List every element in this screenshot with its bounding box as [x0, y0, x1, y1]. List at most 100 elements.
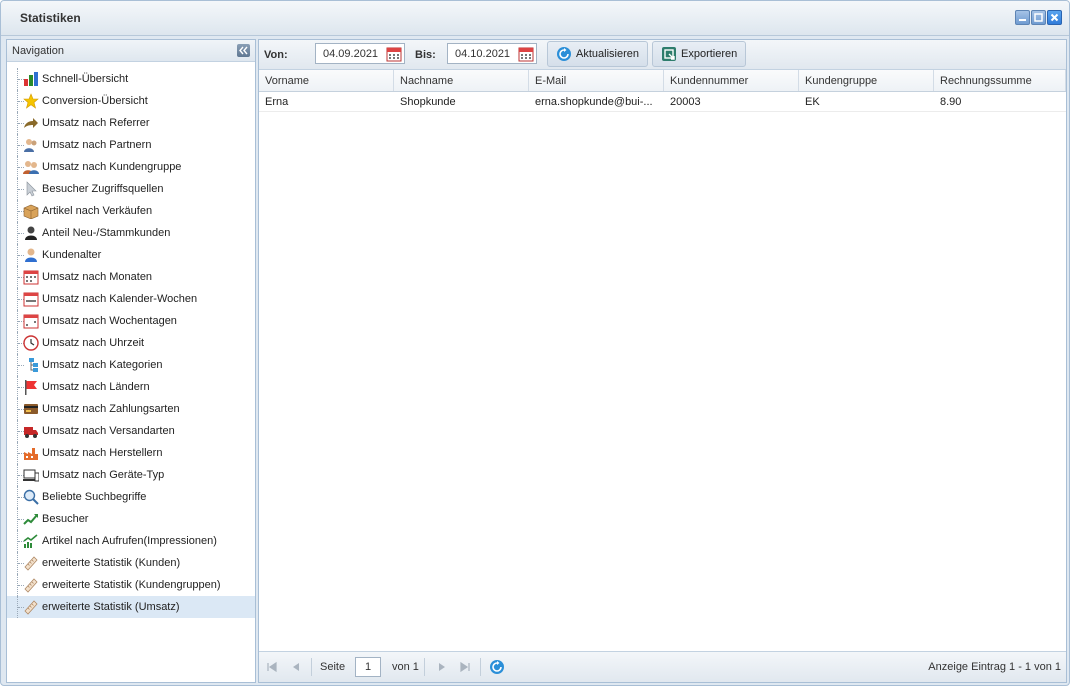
- window-title: Statistiken: [20, 11, 81, 25]
- cursor-icon: [26, 181, 37, 197]
- nav-item[interactable]: erweiterte Statistik (Kunden): [7, 552, 255, 574]
- export-icon: [662, 47, 676, 61]
- pagination-bar: Seite von 1 Anzeige Eintrag 1 - 1 von 1: [259, 651, 1066, 682]
- nav-item[interactable]: Kundenalter: [7, 244, 255, 266]
- statistics-window: Statistiken Navigation Schnell-Übersicht…: [0, 0, 1070, 686]
- nav-item-label: Umsatz nach Partnern: [42, 139, 152, 151]
- maximize-button[interactable]: [1031, 10, 1046, 25]
- nav-item[interactable]: Artikel nach Aufrufen(Impressionen): [7, 530, 255, 552]
- nav-item-label: erweiterte Statistik (Kundengruppen): [42, 579, 221, 591]
- user-icon: [25, 248, 37, 262]
- nav-item[interactable]: Besucher Zugriffsquellen: [7, 178, 255, 200]
- nav-item[interactable]: Anteil Neu-/Stammkunden: [7, 222, 255, 244]
- next-page-icon[interactable]: [435, 660, 449, 674]
- nav-item-label: Umsatz nach Wochentagen: [42, 315, 177, 327]
- nav-item[interactable]: Umsatz nach Geräte-Typ: [7, 464, 255, 486]
- box-icon: [23, 204, 39, 219]
- window-titlebar[interactable]: Statistiken: [1, 1, 1069, 36]
- column-header[interactable]: Kundennummer: [664, 70, 799, 91]
- nav-item[interactable]: Conversion-Übersicht: [7, 90, 255, 112]
- nav-item[interactable]: Artikel nach Verkäufen: [7, 200, 255, 222]
- trend-line-icon: [23, 514, 38, 525]
- column-header[interactable]: Kundengruppe: [799, 70, 934, 91]
- to-date-field[interactable]: 04.10.2021: [447, 43, 537, 64]
- nav-item-label: Umsatz nach Ländern: [42, 381, 150, 393]
- nav-item[interactable]: Umsatz nach Uhrzeit: [7, 332, 255, 354]
- user-group-icon: [23, 161, 39, 174]
- nav-item[interactable]: erweiterte Statistik (Umsatz): [7, 596, 255, 618]
- table-cell: Erna: [265, 96, 289, 108]
- first-page-icon[interactable]: [265, 660, 279, 674]
- calendar-picker-icon[interactable]: [386, 46, 402, 62]
- nav-item-label: Artikel nach Aufrufen(Impressionen): [42, 535, 217, 547]
- nav-item-label: Schnell-Übersicht: [42, 73, 129, 85]
- bar-chart-icon: [24, 72, 38, 86]
- nav-item-label: Kundenalter: [42, 249, 102, 261]
- nav-item[interactable]: Besucher: [7, 508, 255, 530]
- truck-icon: [24, 427, 38, 438]
- nav-item[interactable]: Umsatz nach Kundengruppe: [7, 156, 255, 178]
- page-number-input[interactable]: [355, 657, 381, 677]
- calendar-picker-icon[interactable]: [518, 46, 534, 62]
- nav-item-label: Artikel nach Verkäufen: [42, 205, 153, 217]
- statistics-main-panel: Von: 04.09.2021 Bis: 04.10.2021 Aktualis…: [258, 39, 1067, 683]
- pager-separator: [424, 658, 425, 676]
- double-chevron-left-icon: [239, 46, 248, 55]
- nav-item-label: Umsatz nach Uhrzeit: [42, 337, 145, 349]
- pager-separator: [311, 658, 312, 676]
- to-date-value: 04.10.2021: [455, 48, 511, 60]
- maximize-icon: [1034, 13, 1043, 22]
- nav-item[interactable]: Umsatz nach Ländern: [7, 376, 255, 398]
- nav-item-label: Umsatz nach Monaten: [42, 271, 153, 283]
- magnifier-icon: [23, 489, 39, 505]
- from-date-value: 04.09.2021: [323, 48, 379, 60]
- from-date-field[interactable]: 04.09.2021: [315, 43, 405, 64]
- nav-item-label: Umsatz nach Kalender-Wochen: [42, 293, 198, 305]
- last-page-icon[interactable]: [458, 660, 472, 674]
- export-button[interactable]: Exportieren: [652, 41, 747, 67]
- navigation-panel: Navigation Schnell-Übersicht Conversion-Ü…: [6, 39, 256, 683]
- clock-icon: [23, 335, 39, 351]
- minimize-button[interactable]: [1015, 10, 1030, 25]
- statistics-grid: Vorname Nachname E-Mail Kundennummer Kundeng…: [259, 70, 1066, 651]
- from-label: Von:: [264, 49, 288, 61]
- refresh-icon[interactable]: [489, 659, 505, 675]
- nav-item[interactable]: Umsatz nach Kategorien: [7, 354, 255, 376]
- previous-page-icon[interactable]: [289, 660, 303, 674]
- nav-item[interactable]: Umsatz nach Partnern: [7, 134, 255, 156]
- nav-item[interactable]: Umsatz nach Wochentagen: [7, 310, 255, 332]
- pager-display-info: Anzeige Eintrag 1 - 1 von 1: [928, 661, 1061, 673]
- close-icon: [1050, 13, 1059, 22]
- refresh-button[interactable]: Aktualisieren: [547, 41, 648, 67]
- nav-item[interactable]: Schnell-Übersicht: [7, 68, 255, 90]
- grid-header: Vorname Nachname E-Mail Kundennummer Kundeng…: [259, 70, 1066, 92]
- column-header[interactable]: Vorname: [259, 70, 394, 91]
- refresh-icon: [557, 47, 571, 61]
- table-row[interactable]: Erna Shopkunde erna.shopkunde@bui-... 20003…: [259, 92, 1066, 112]
- navigation-header: Navigation: [7, 40, 255, 62]
- nav-item-label: Umsatz nach Referrer: [42, 117, 150, 129]
- page-label: Seite: [320, 661, 346, 673]
- nav-item-label: Umsatz nach Zahlungsarten: [42, 403, 180, 415]
- nav-item[interactable]: Beliebte Suchbegriffe: [7, 486, 255, 508]
- page-count-label: von 1: [392, 661, 419, 673]
- nav-item[interactable]: Umsatz nach Versandarten: [7, 420, 255, 442]
- nav-item[interactable]: Umsatz nach Monaten: [7, 266, 255, 288]
- collapse-navigation-button[interactable]: [237, 44, 250, 57]
- nav-item[interactable]: Umsatz nach Referrer: [7, 112, 255, 134]
- column-header[interactable]: E-Mail: [529, 70, 664, 91]
- column-header[interactable]: Nachname: [394, 70, 529, 91]
- nav-item[interactable]: Umsatz nach Herstellern: [7, 442, 255, 464]
- nav-item[interactable]: erweiterte Statistik (Kundengruppen): [7, 574, 255, 596]
- close-button[interactable]: [1047, 10, 1062, 25]
- customer-icon: [25, 226, 37, 240]
- partner-icon: [24, 139, 37, 152]
- nav-item-label: Anteil Neu-/Stammkunden: [42, 227, 171, 239]
- calendar-month-icon: [23, 270, 39, 285]
- nav-item[interactable]: Umsatz nach Kalender-Wochen: [7, 288, 255, 310]
- to-label: Bis:: [415, 49, 436, 61]
- flag-icon: [25, 380, 37, 395]
- nav-item-label: Umsatz nach Versandarten: [42, 425, 175, 437]
- column-header[interactable]: Rechnungssumme: [934, 70, 1066, 91]
- nav-item[interactable]: Umsatz nach Zahlungsarten: [7, 398, 255, 420]
